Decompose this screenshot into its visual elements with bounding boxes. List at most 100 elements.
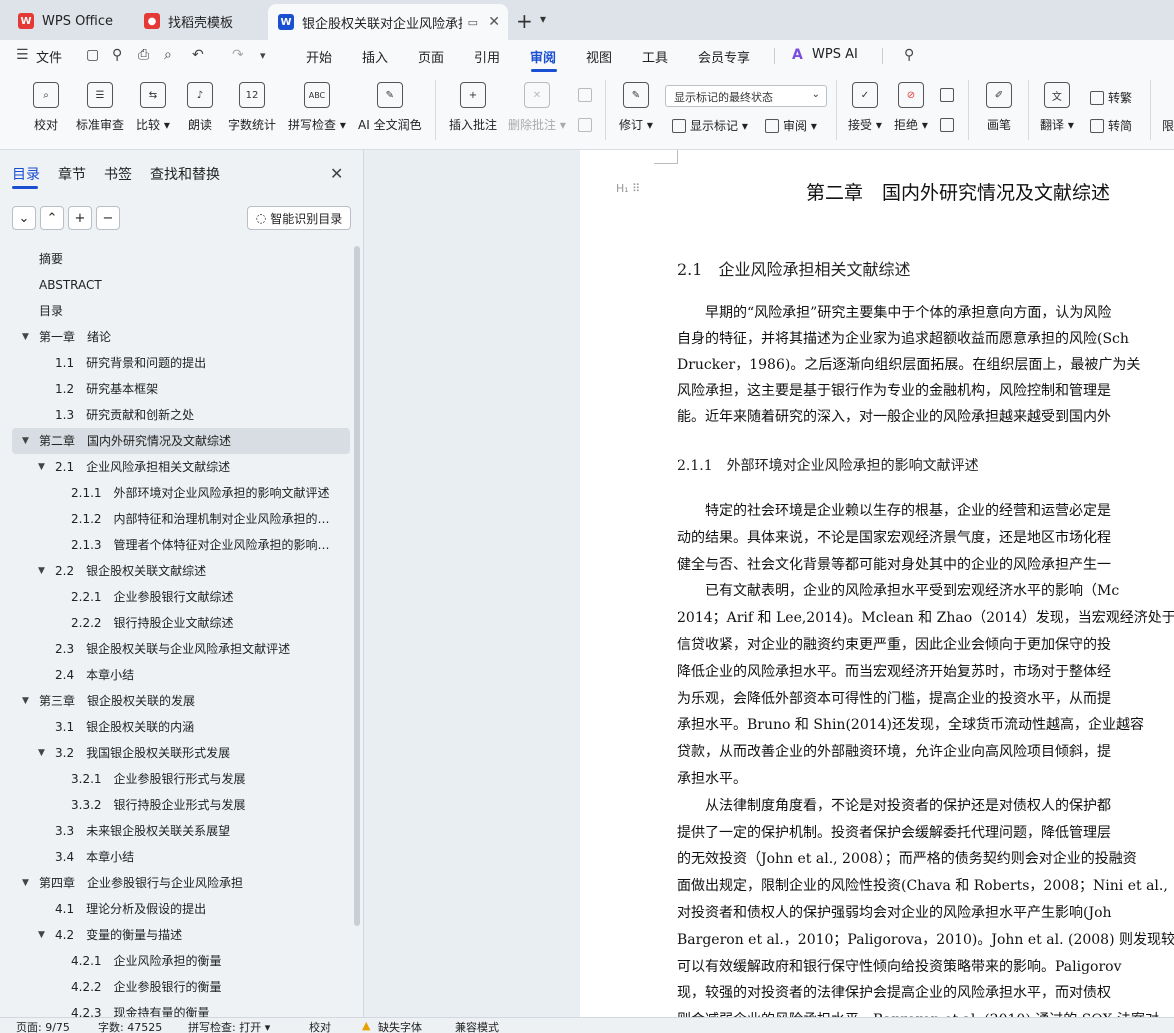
menu-member[interactable]: 会员专享 bbox=[698, 47, 750, 66]
undo-icon[interactable]: ↶ bbox=[192, 47, 204, 63]
close-icon[interactable]: ✕ bbox=[330, 164, 343, 183]
toc-scrollbar[interactable] bbox=[354, 246, 360, 926]
document-page[interactable]: H₁ ⠿ 第二章 国内外研究情况及文献综述 2.1 企业风险承担相关文献综述 早… bbox=[580, 150, 1174, 1017]
toc-item[interactable]: ABSTRACT bbox=[0, 272, 346, 298]
toc-item[interactable]: 3.3.2 银行持股企业形式与发展 bbox=[0, 792, 346, 818]
toc-item[interactable]: 2.2.2 银行持股企业文献综述 bbox=[0, 610, 346, 636]
toc-item[interactable]: 2.1.2 内部特征和治理机制对企业风险承担的影… bbox=[0, 506, 346, 532]
next-comment-icon[interactable] bbox=[578, 118, 596, 132]
print-icon[interactable]: ⎙ bbox=[138, 47, 149, 63]
window-icon[interactable]: ▭ bbox=[468, 16, 478, 29]
toc-item[interactable]: ▼ 第四章 企业参股银行与企业风险承担 bbox=[0, 870, 346, 896]
toc-item[interactable]: ▼ 2.1 企业风险承担相关文献综述 bbox=[0, 454, 346, 480]
remove-heading-button[interactable]: − bbox=[96, 206, 120, 230]
print-preview-icon[interactable]: ⌕ bbox=[164, 47, 172, 63]
menu-review[interactable]: 审阅 bbox=[530, 47, 556, 66]
toc-item[interactable]: 3.3 未来银企股权关联关系展望 bbox=[0, 818, 346, 844]
tab-find-replace[interactable]: 查找和替换 bbox=[150, 164, 220, 184]
expand-toggle-icon[interactable]: ▼ bbox=[38, 740, 45, 766]
expand-toggle-icon[interactable]: ▼ bbox=[22, 324, 29, 350]
toc-item[interactable]: 目录 bbox=[0, 298, 346, 324]
toc-item[interactable]: 4.1 理论分析及假设的提出 bbox=[0, 896, 346, 922]
toc-item[interactable]: ▼ 3.2 我国银企股权关联形式发展 bbox=[0, 740, 346, 766]
revision-button[interactable]: ✎ 修订 ▾ bbox=[619, 82, 653, 133]
markup-state-select[interactable]: 显示标记的最终状态 ⌄ bbox=[665, 85, 827, 107]
word-count-button[interactable]: 12 字数统计 bbox=[228, 82, 276, 133]
expand-toggle-icon[interactable]: ▼ bbox=[38, 558, 45, 584]
to-traditional-button[interactable]: 转繁 bbox=[1090, 89, 1132, 106]
pen-button[interactable]: ✐ 画笔 bbox=[986, 82, 1012, 133]
review-pane-button[interactable]: 审阅 ▾ bbox=[765, 117, 817, 134]
toc-item[interactable]: ▼ 第一章 绪论 bbox=[0, 324, 346, 350]
toc-item[interactable]: 4.2.1 企业风险承担的衡量 bbox=[0, 948, 346, 974]
more-chevron-icon[interactable]: ▾ bbox=[260, 49, 266, 62]
missing-font-status[interactable]: 缺失字体 bbox=[378, 1019, 422, 1033]
toc-item[interactable]: ▼ 第三章 银企股权关联的发展 bbox=[0, 688, 346, 714]
expand-toggle-icon[interactable]: ▼ bbox=[38, 922, 45, 948]
menu-wps-ai[interactable]: WPS AI bbox=[812, 47, 858, 62]
collapse-button[interactable]: ⌄ bbox=[12, 206, 36, 230]
reject-button[interactable]: ⊘ 拒绝 ▾ bbox=[894, 82, 928, 133]
toc-item[interactable]: 2.4 本章小结 bbox=[0, 662, 346, 688]
ai-polish-button[interactable]: ✎ AI 全文润色 bbox=[358, 82, 422, 133]
to-simplified-button[interactable]: 转简 bbox=[1090, 117, 1132, 134]
toc-item[interactable]: 摘要 bbox=[0, 246, 346, 272]
save-icon[interactable]: ▢ bbox=[86, 47, 99, 63]
expand-toggle-icon[interactable]: ▼ bbox=[22, 688, 29, 714]
toc-item[interactable]: 2.3 银企股权关联与企业风险承担文献评述 bbox=[0, 636, 346, 662]
add-heading-button[interactable]: + bbox=[68, 206, 92, 230]
toc-item[interactable]: 3.4 本章小结 bbox=[0, 844, 346, 870]
toc-item[interactable]: ▼ 4.2 变量的衡量与描述 bbox=[0, 922, 346, 948]
menu-icon[interactable]: ☰ bbox=[16, 47, 29, 63]
toc-item[interactable]: 3.2.1 企业参股银行形式与发展 bbox=[0, 766, 346, 792]
delete-comment-button[interactable]: ✕ 删除批注 ▾ bbox=[508, 82, 566, 133]
proof-status[interactable]: 校对 bbox=[309, 1019, 331, 1033]
menu-home[interactable]: 开始 bbox=[306, 47, 332, 66]
search-icon[interactable]: ⚲ bbox=[904, 47, 914, 63]
toc-item[interactable]: 2.1.3 管理者个体特征对企业风险承担的影响文… bbox=[0, 532, 346, 558]
expand-toggle-icon[interactable]: ▼ bbox=[22, 428, 29, 454]
next-change-icon[interactable] bbox=[940, 118, 958, 132]
proofread-button[interactable]: ⌕ 校对 bbox=[33, 82, 59, 133]
standard-review-button[interactable]: ☰ 标准审查 bbox=[76, 82, 124, 133]
toc-item[interactable]: 4.2.3 现金持有量的衡量 bbox=[0, 1000, 346, 1017]
spell-check-button[interactable]: ABC 拼写检查 ▾ bbox=[288, 82, 346, 133]
tab-toc[interactable]: 目录 bbox=[12, 164, 40, 184]
redo-icon[interactable]: ↷ bbox=[232, 47, 244, 63]
tab-bookmarks[interactable]: 书签 bbox=[104, 164, 132, 184]
menu-view[interactable]: 视图 bbox=[586, 47, 612, 66]
chevron-down-icon[interactable]: ▾ bbox=[540, 12, 546, 26]
toc-item[interactable]: 3.1 银企股权关联的内涵 bbox=[0, 714, 346, 740]
menu-reference[interactable]: 引用 bbox=[474, 47, 500, 66]
close-icon[interactable]: ✕ bbox=[488, 14, 500, 30]
smart-toc-button[interactable]: ◌ 智能识别目录 bbox=[247, 206, 351, 230]
menu-insert[interactable]: 插入 bbox=[362, 47, 388, 66]
tab-sections[interactable]: 章节 bbox=[58, 164, 86, 184]
expand-toggle-icon[interactable]: ▼ bbox=[22, 870, 29, 896]
menu-tools[interactable]: 工具 bbox=[642, 47, 668, 66]
word-count[interactable]: 字数: 47525 bbox=[98, 1019, 162, 1033]
spell-check-status[interactable]: 拼写检查: 打开 ▾ bbox=[188, 1019, 270, 1033]
read-aloud-button[interactable]: ♪ 朗读 bbox=[187, 82, 213, 133]
expand-toggle-icon[interactable]: ▼ bbox=[38, 454, 45, 480]
menu-file[interactable]: 文件 bbox=[36, 47, 62, 66]
toc-item[interactable]: 1.1 研究背景和问题的提出 bbox=[0, 350, 346, 376]
prev-comment-icon[interactable] bbox=[578, 88, 596, 102]
expand-button[interactable]: ⌃ bbox=[40, 206, 64, 230]
prev-change-icon[interactable] bbox=[940, 88, 958, 102]
tab-document[interactable]: W 银企股权关联对企业风险承担… ▭ ✕ bbox=[268, 4, 508, 40]
compare-button[interactable]: ⇆ 比较 ▾ bbox=[136, 82, 170, 133]
toc-item[interactable]: 2.1.1 外部环境对企业风险承担的影响文献评述 bbox=[0, 480, 346, 506]
heading-handle[interactable]: H₁ ⠿ bbox=[616, 182, 640, 195]
export-icon[interactable]: ⚲ bbox=[112, 47, 122, 63]
toc-item[interactable]: 1.2 研究基本框架 bbox=[0, 376, 346, 402]
accept-button[interactable]: ✓ 接受 ▾ bbox=[848, 82, 882, 133]
insert-comment-button[interactable]: + 插入批注 bbox=[449, 82, 497, 133]
tab-wps-office[interactable]: W WPS Office bbox=[8, 6, 126, 36]
new-tab-icon[interactable]: + bbox=[516, 9, 533, 33]
tab-template[interactable]: ● 找稻壳模板 bbox=[134, 6, 264, 36]
toc-item[interactable]: ▼ 第二章 国内外研究情况及文献综述 bbox=[12, 428, 350, 454]
menu-page[interactable]: 页面 bbox=[418, 47, 444, 66]
toc-item[interactable]: ▼ 2.2 银企股权关联文献综述 bbox=[0, 558, 346, 584]
restrict-button[interactable]: 限 bbox=[1162, 117, 1174, 134]
